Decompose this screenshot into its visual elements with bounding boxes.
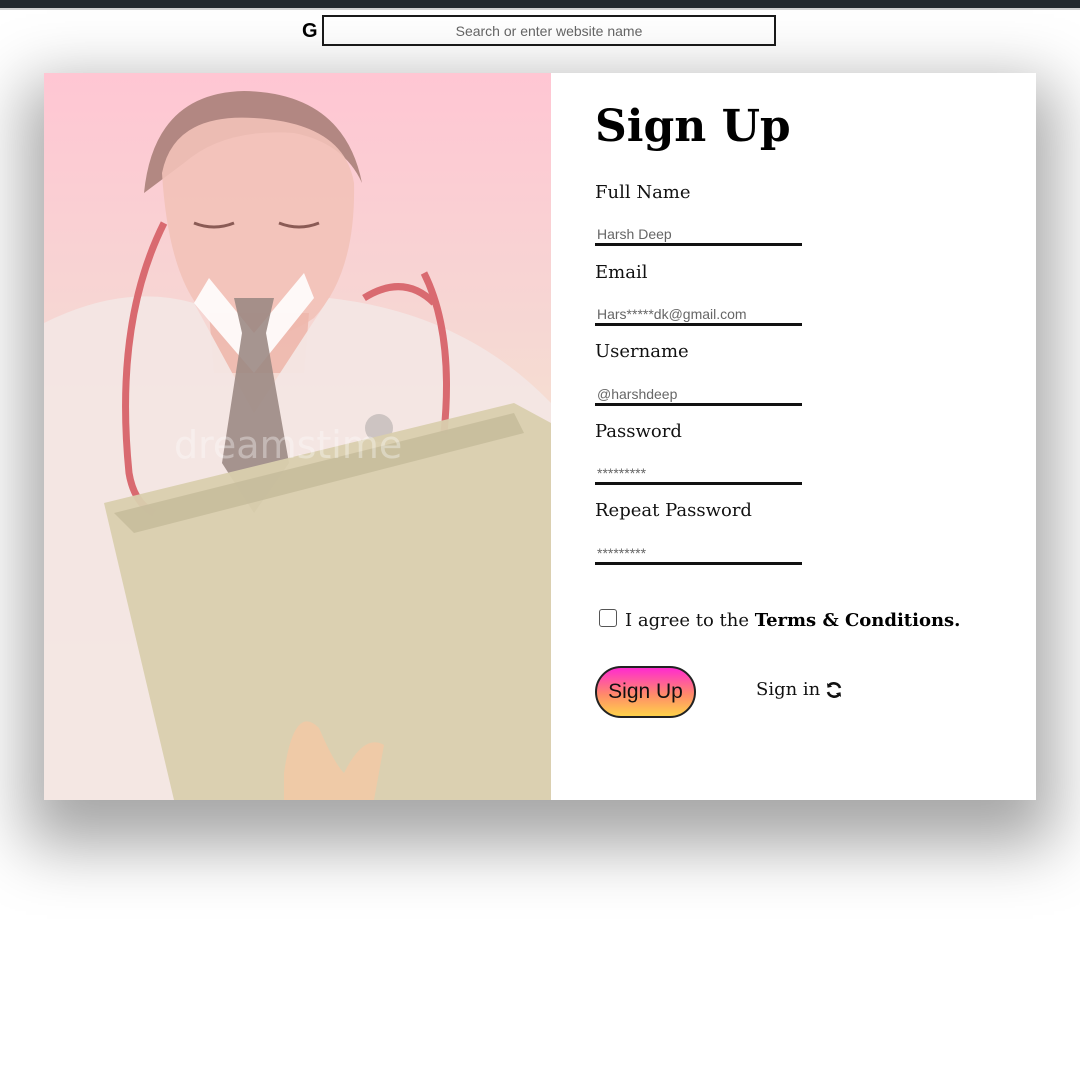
terms-text: I agree to the Terms & Conditions. [625, 610, 960, 631]
full-name-field[interactable] [595, 220, 802, 246]
password-field[interactable] [595, 459, 802, 485]
full-name-label: Full Name [595, 182, 691, 203]
terms-agreement: I agree to the Terms & Conditions. [599, 605, 960, 631]
email-field[interactable] [595, 300, 802, 326]
signup-card: dreamstime Sign Up Full Name Email Usern… [44, 73, 1036, 800]
repeat-password-label: Repeat Password [595, 500, 752, 521]
username-field[interactable] [595, 380, 802, 406]
signup-button[interactable]: Sign Up [595, 666, 696, 718]
hero-image: dreamstime [44, 73, 551, 800]
email-label: Email [595, 262, 648, 283]
search-input[interactable] [322, 15, 776, 46]
terms-link[interactable]: Terms & Conditions. [755, 610, 961, 631]
browser-search-bar: G [302, 15, 778, 47]
google-g-icon: G [302, 20, 318, 42]
username-label: Username [595, 341, 689, 362]
browser-top-strip [0, 0, 1080, 10]
page-title: Sign Up [595, 101, 791, 152]
signup-form: Sign Up Full Name Email Username Passwor… [551, 73, 1036, 800]
terms-checkbox[interactable] [599, 609, 617, 627]
refresh-icon [827, 681, 842, 698]
password-label: Password [595, 421, 682, 442]
signin-label: Sign in [756, 679, 821, 700]
signin-link[interactable]: Sign in [756, 679, 844, 700]
watermark-text: dreamstime [174, 423, 402, 467]
terms-prefix: I agree to the [625, 609, 749, 631]
doctor-illustration: dreamstime [44, 91, 551, 800]
repeat-password-field[interactable] [595, 539, 802, 565]
